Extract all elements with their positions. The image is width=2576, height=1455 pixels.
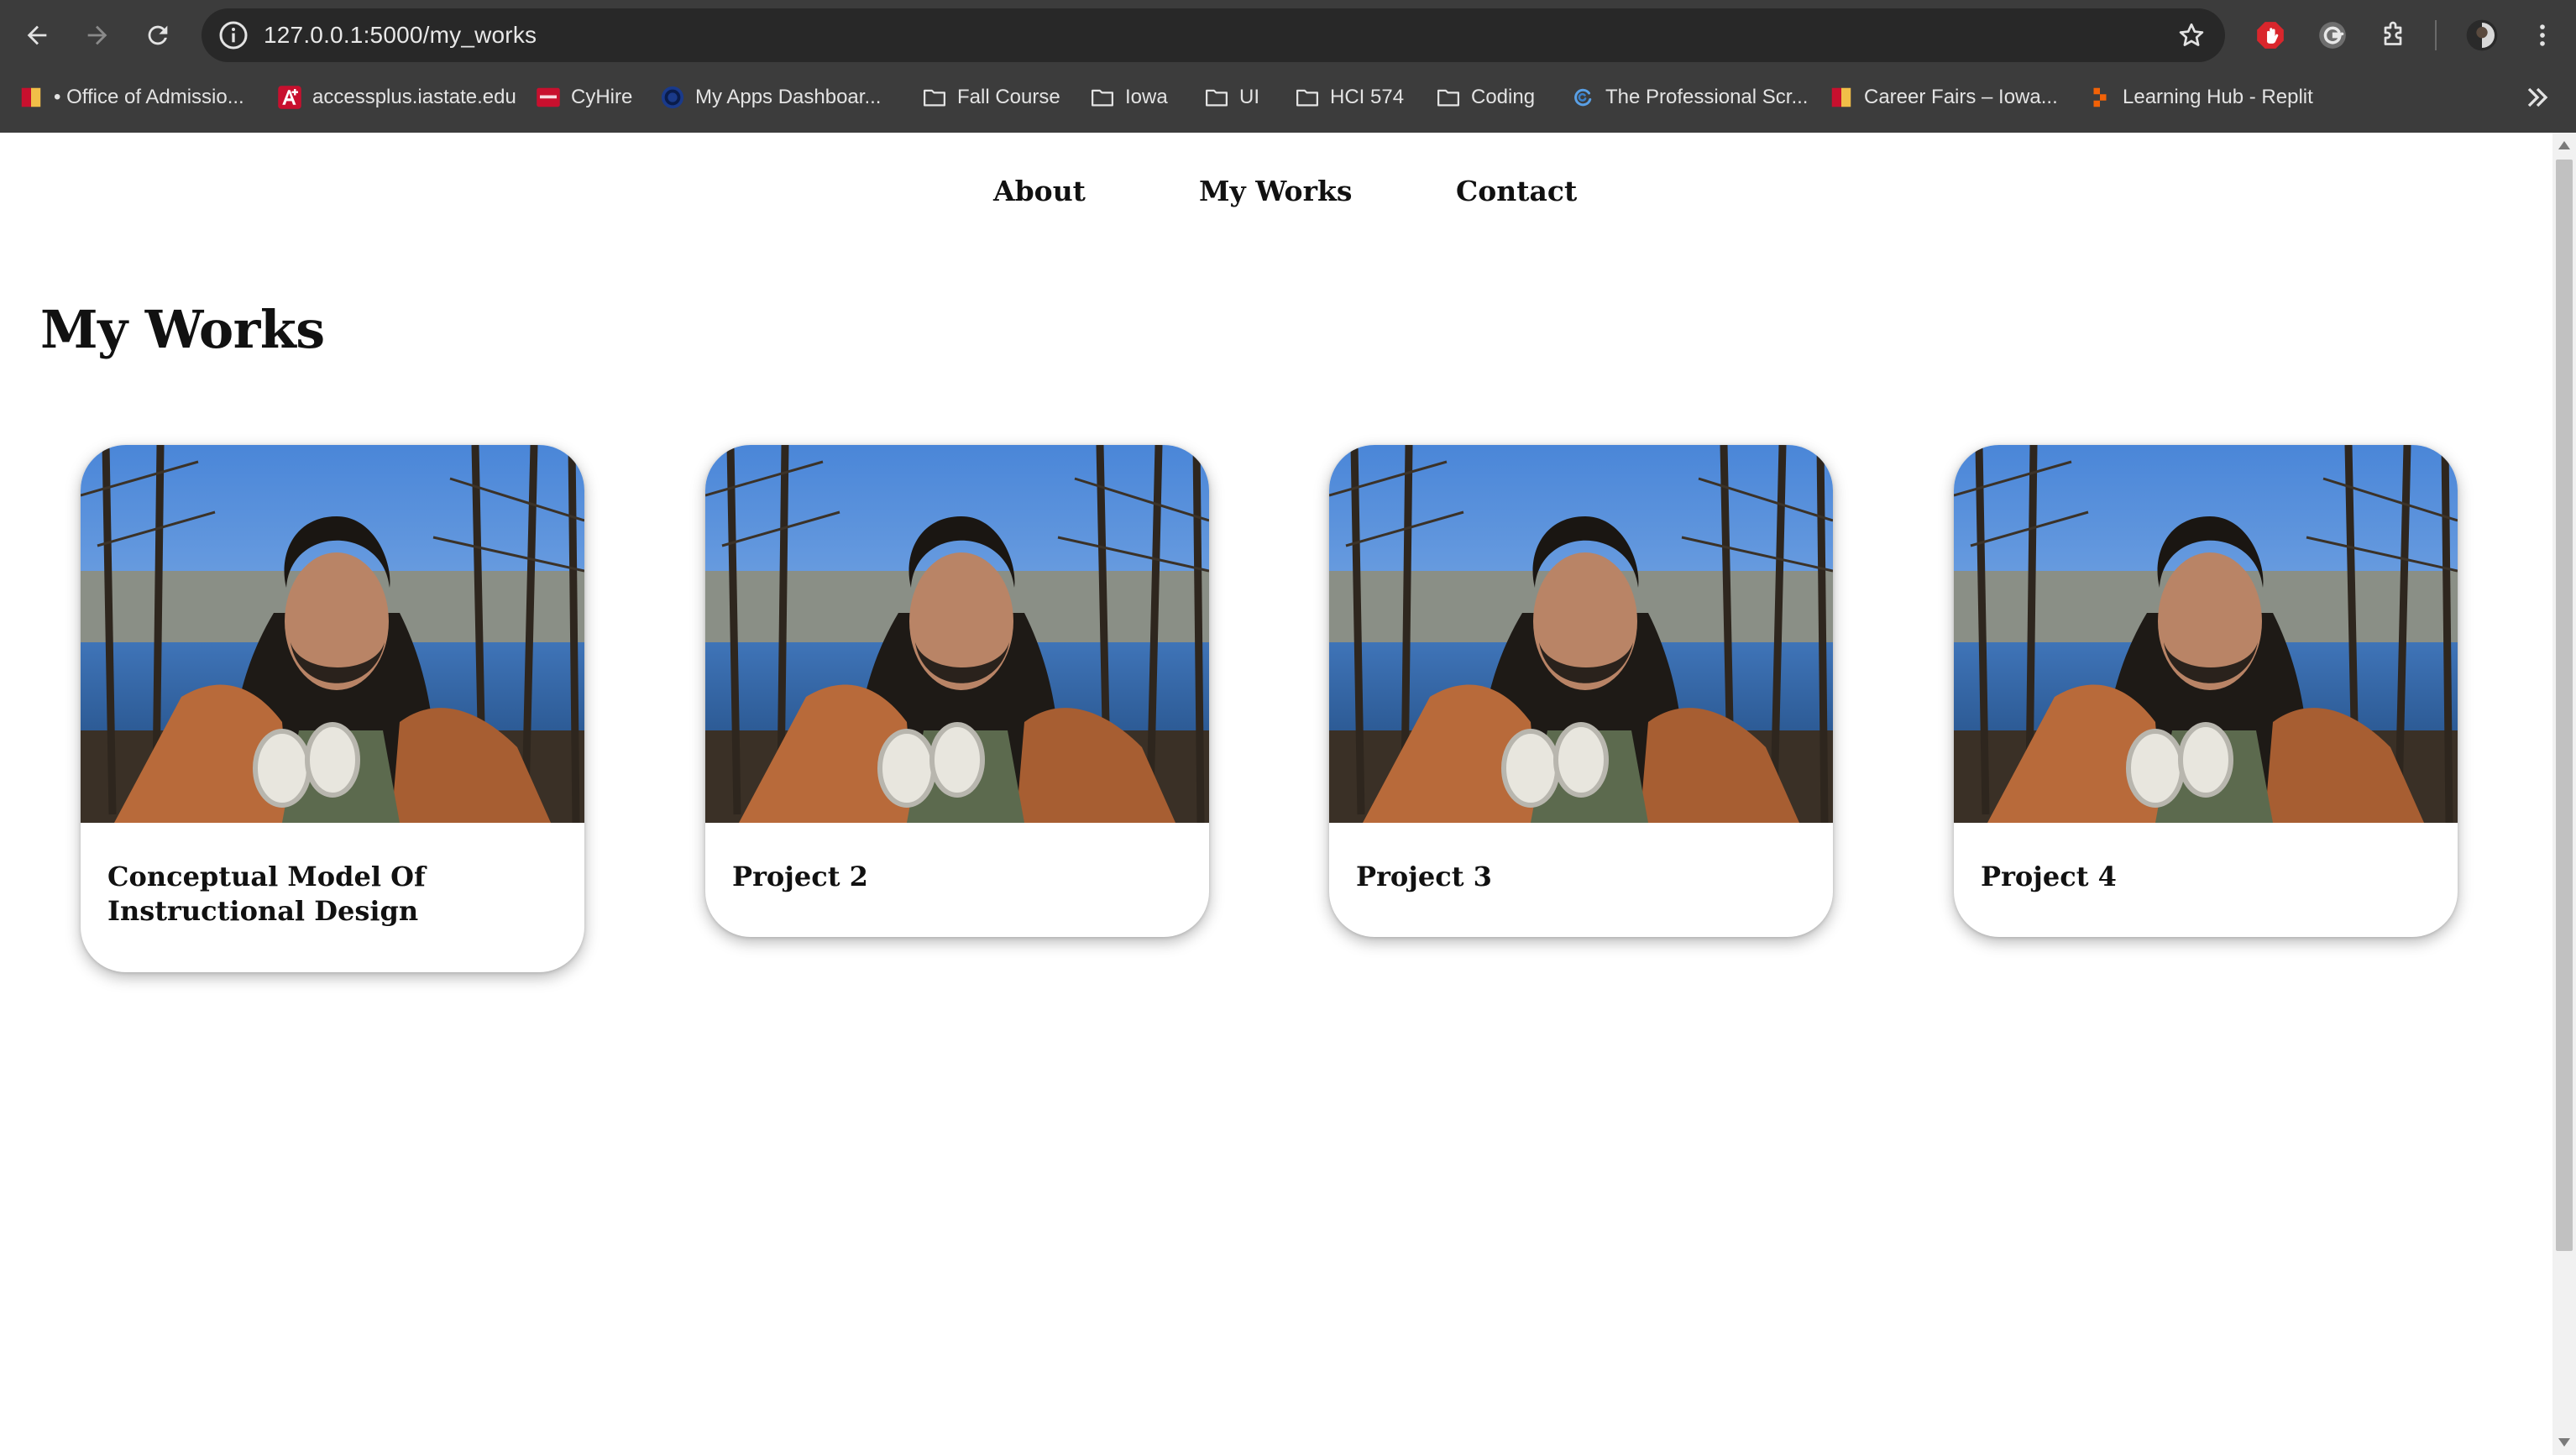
project-thumbnail xyxy=(705,445,1209,823)
extension-grammarly-button[interactable] xyxy=(2314,17,2351,54)
scroll-up-arrow-icon[interactable] xyxy=(2558,141,2570,149)
site-info-icon[interactable] xyxy=(217,18,250,52)
bookmark-label: Fall Course xyxy=(957,86,1060,108)
isu-flag-icon xyxy=(1829,85,1854,110)
arrow-right-icon xyxy=(87,25,107,45)
page-title: My Works xyxy=(40,299,325,360)
project-title: Project 3 xyxy=(1356,861,1492,892)
apps-circle-icon xyxy=(660,85,685,110)
avatar-icon xyxy=(2466,19,2498,51)
double-chevron-right-icon[interactable] xyxy=(2521,81,2554,114)
bookmark-label: Career Fairs – Iowa... xyxy=(1864,86,2058,108)
folder-icon xyxy=(1436,85,1461,110)
folder-icon xyxy=(1090,85,1115,110)
replit-icon xyxy=(2087,85,2113,110)
bookmark-folder-ui[interactable]: UI xyxy=(1204,81,1259,114)
puzzle-icon xyxy=(2384,21,2402,45)
bookmark-folder-iowa[interactable]: Iowa xyxy=(1090,81,1168,114)
bookmark-label: accessplus.iastate.edu xyxy=(312,86,516,108)
folder-icon xyxy=(1204,85,1229,110)
bookmark-label: • Office of Admissio... xyxy=(54,86,244,108)
vertical-scrollbar[interactable] xyxy=(2552,133,2576,1455)
folder-icon xyxy=(1295,85,1320,110)
project-thumbnail xyxy=(1954,445,2458,823)
forward-button[interactable] xyxy=(77,15,118,55)
reload-button[interactable] xyxy=(138,15,178,55)
project-thumbnail xyxy=(81,445,584,823)
nav-link-my-works[interactable]: My Works xyxy=(1199,175,1352,207)
project-card-4[interactable]: Project 4 xyxy=(1954,445,2458,937)
bookmark-folder-fall-course[interactable]: Fall Course xyxy=(922,81,1060,114)
site-nav: About My Works Contact xyxy=(0,175,2552,225)
bookmark-professional-scrum[interactable]: The Professional Scr... xyxy=(1570,81,1808,114)
isu-flag-icon xyxy=(18,85,44,110)
toolbar-divider xyxy=(2435,20,2437,50)
swirl-icon xyxy=(1570,85,1595,110)
portrait-photo xyxy=(81,445,584,823)
bookmark-office-of-admissions[interactable]: • Office of Admissio... xyxy=(18,81,244,114)
project-card-1[interactable]: Conceptual Model Of Instructional Design xyxy=(81,445,584,972)
bookmark-label: Iowa xyxy=(1125,86,1168,108)
back-button[interactable] xyxy=(17,15,57,55)
stop-hand-icon xyxy=(2257,22,2284,49)
address-bar[interactable]: 127.0.0.1:5000/my_works xyxy=(202,8,2225,62)
bookmark-label: UI xyxy=(1239,86,1259,108)
project-title: Project 2 xyxy=(732,861,868,892)
kebab-menu-icon xyxy=(2540,24,2545,46)
bookmark-label: The Professional Scr... xyxy=(1605,86,1809,108)
bookmark-label: HCI 574 xyxy=(1330,86,1405,108)
bookmark-career-fairs[interactable]: Career Fairs – Iowa... xyxy=(1829,81,2058,114)
bookmark-folder-coding[interactable]: Coding xyxy=(1436,81,1535,114)
portrait-photo xyxy=(1329,445,1833,823)
scroll-down-arrow-icon[interactable] xyxy=(2558,1438,2570,1447)
bookmark-my-apps[interactable]: My Apps Dashboar... xyxy=(660,81,881,114)
project-title: Project 4 xyxy=(1981,861,2117,892)
reload-icon xyxy=(148,25,168,45)
project-thumbnail xyxy=(1329,445,1833,823)
nav-link-about[interactable]: About xyxy=(993,175,1086,207)
bookmark-folder-hci-574[interactable]: HCI 574 xyxy=(1295,81,1404,114)
nav-link-contact[interactable]: Contact xyxy=(1456,175,1577,207)
aplus-icon xyxy=(277,85,302,110)
grammarly-icon xyxy=(2319,22,2346,49)
scrollbar-thumb[interactable] xyxy=(2556,160,2573,1251)
bookmark-label: Learning Hub - Replit xyxy=(2123,86,2313,108)
project-card-3[interactable]: Project 3 xyxy=(1329,445,1833,937)
browser-chrome: 127.0.0.1:5000/my_works • Office of Admi… xyxy=(0,0,2576,133)
browser-menu-button[interactable] xyxy=(2524,17,2561,54)
bookmark-label: CyHire xyxy=(571,86,633,108)
bookmark-label: My Apps Dashboar... xyxy=(695,86,882,108)
project-card-2[interactable]: Project 2 xyxy=(705,445,1209,937)
arrow-left-icon xyxy=(27,25,47,45)
bookmark-label: Coding xyxy=(1471,86,1536,108)
portrait-photo xyxy=(1954,445,2458,823)
bookmark-learning-hub-replit[interactable]: Learning Hub - Replit xyxy=(2087,81,2313,114)
bookmark-star-icon[interactable] xyxy=(2176,20,2207,50)
page-viewport: About My Works Contact My Works Conceptu… xyxy=(0,133,2552,1455)
url-text: 127.0.0.1:5000/my_works xyxy=(264,22,537,48)
bookmarks-bar: • Office of Admissio... accessplus.iasta… xyxy=(0,71,2576,124)
project-title: Conceptual Model Of Instructional Design xyxy=(107,861,426,927)
extensions-button[interactable] xyxy=(2374,17,2411,54)
profile-button[interactable] xyxy=(2463,17,2500,54)
portrait-photo xyxy=(705,445,1209,823)
extension-adblock-button[interactable] xyxy=(2252,17,2289,54)
folder-icon xyxy=(922,85,947,110)
bookmark-cyhire[interactable]: CyHire xyxy=(536,81,632,114)
cyhire-icon xyxy=(536,85,561,110)
browser-toolbar: 127.0.0.1:5000/my_works xyxy=(0,0,2576,71)
bookmark-accessplus[interactable]: accessplus.iastate.edu xyxy=(277,81,516,114)
